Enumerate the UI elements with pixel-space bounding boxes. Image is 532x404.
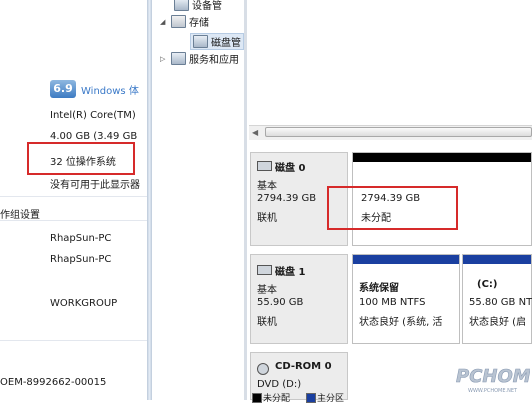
system-reserved-volume[interactable]: 系统保留 100 MB NTFS 状态良好 (系统, 活	[352, 254, 460, 344]
tree-item-storage[interactable]: ◢ 存储	[160, 14, 209, 29]
cdrom-title: CD-ROM 0	[275, 361, 332, 372]
expand-arrow-icon[interactable]: ▷	[160, 55, 168, 63]
disk-icon	[257, 161, 272, 171]
processor-value: Intel(R) Core(TM)	[50, 110, 136, 121]
disk-1-title: 磁盘 1	[275, 267, 306, 278]
full-computer-name-value: RhapSun-PC	[50, 254, 112, 265]
highlight-box-system-type	[27, 142, 135, 175]
disk-icon	[257, 265, 272, 275]
section-divider	[0, 340, 150, 341]
volume-status: 状态良好 (系统, 活	[359, 317, 443, 328]
section-divider	[0, 220, 150, 221]
legend-unallocated-label: 未分配	[263, 394, 291, 404]
scroll-left-icon[interactable]: ◀	[252, 128, 258, 137]
product-id-value: OEM-8992662-00015	[0, 377, 107, 388]
volume-name: 系统保留	[359, 283, 399, 294]
primary-partition-bar	[353, 255, 459, 264]
volume-name: (C:)	[477, 279, 498, 290]
disk-1-info[interactable]: 磁盘 1 基本 55.90 GB 联机	[250, 254, 348, 344]
disk-management-icon	[193, 35, 208, 48]
unallocated-bar	[353, 153, 531, 162]
disk-1-size: 55.90 GB	[257, 297, 304, 308]
cdrom-drive: DVD (D:)	[257, 379, 302, 390]
disk-0-status: 联机	[257, 213, 277, 224]
legend-unallocated-swatch	[252, 393, 262, 403]
storage-icon	[171, 15, 186, 28]
legend-primary-label: 主分区	[317, 394, 345, 404]
tree-item-services-apps[interactable]: ▷ 服务和应用	[160, 51, 239, 66]
tree-item-disk-management[interactable]: 磁盘管	[190, 33, 244, 50]
pchome-watermark: PCHOME WWW.PCHOME.NET	[454, 356, 532, 396]
experience-index-link[interactable]: Windows 体	[81, 82, 139, 97]
cd-icon	[257, 363, 269, 375]
section-divider	[0, 196, 150, 197]
highlight-box-unallocated	[327, 186, 458, 230]
services-icon	[171, 52, 186, 65]
volume-size: 55.80 GB NTF	[469, 297, 532, 308]
primary-partition-bar	[463, 255, 531, 264]
disk-1-type: 基本	[257, 285, 277, 296]
scrollbar-thumb[interactable]	[265, 127, 532, 137]
watermark-text: PCHOME	[456, 366, 530, 387]
c-drive-volume[interactable]: (C:) 55.80 GB NTF 状态良好 (启	[462, 254, 532, 344]
workgroup-settings-heading: 作组设置	[0, 210, 40, 221]
system-properties-pane: 6.9 Windows 体 Intel(R) Core(TM) 4.00 GB …	[0, 0, 150, 400]
workgroup-value: WORKGROUP	[50, 298, 118, 309]
disk-0-title: 磁盘 0	[275, 163, 306, 174]
device-manager-icon	[174, 0, 189, 11]
volume-status: 状态良好 (启	[469, 317, 527, 328]
disk-0-size: 2794.39 GB	[257, 193, 317, 204]
pchome-logo-icon: PCHOME WWW.PCHOME.NET	[456, 366, 532, 394]
disk-0-type: 基本	[257, 181, 277, 192]
memory-value: 4.00 GB (3.49 GB	[50, 131, 138, 142]
watermark-url: WWW.PCHOME.NET	[468, 388, 518, 394]
experience-index-badge[interactable]: 6.9	[50, 80, 76, 98]
disk-1-status: 联机	[257, 317, 277, 328]
legend-primary-swatch	[306, 393, 316, 403]
console-tree: 设备管 ◢ 存储 磁盘管 ▷ 服务和应用	[152, 0, 246, 400]
volume-size: 100 MB NTFS	[359, 297, 426, 308]
computer-name-value: RhapSun-PC	[50, 233, 112, 244]
collapse-arrow-icon[interactable]: ◢	[160, 18, 168, 26]
pen-touch-value: 没有可用于此显示器	[50, 180, 140, 191]
tree-item-device-manager[interactable]: 设备管	[174, 0, 222, 12]
